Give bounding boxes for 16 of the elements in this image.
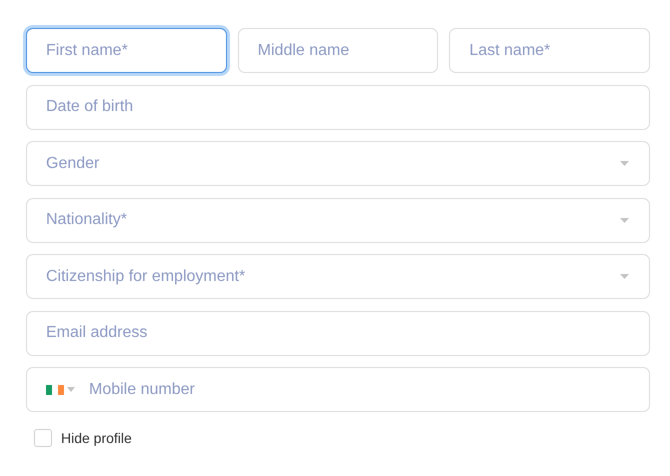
- checkbox-label: Hide profile: [61, 430, 132, 446]
- dropdown[interactable]: Gender: [26, 141, 650, 186]
- caret-icon: [620, 161, 629, 166]
- flag-icon: [46, 384, 64, 394]
- dropdown[interactable]: Nationality*: [26, 198, 650, 242]
- input-field[interactable]: First name*: [26, 28, 227, 73]
- caret-icon: [620, 274, 629, 279]
- country-selector[interactable]: [46, 384, 75, 394]
- caret-icon: [67, 387, 75, 392]
- dropdown[interactable]: Citizenship for employment*: [26, 254, 650, 299]
- checkbox[interactable]: [34, 428, 52, 446]
- caret-icon: [620, 218, 629, 222]
- phone-field[interactable]: Mobile number: [26, 367, 650, 412]
- dropdown-placeholder: Citizenship for employment*: [46, 268, 246, 286]
- dropdown-placeholder: Gender: [46, 154, 100, 172]
- dropdown-placeholder: Nationality*: [46, 211, 127, 229]
